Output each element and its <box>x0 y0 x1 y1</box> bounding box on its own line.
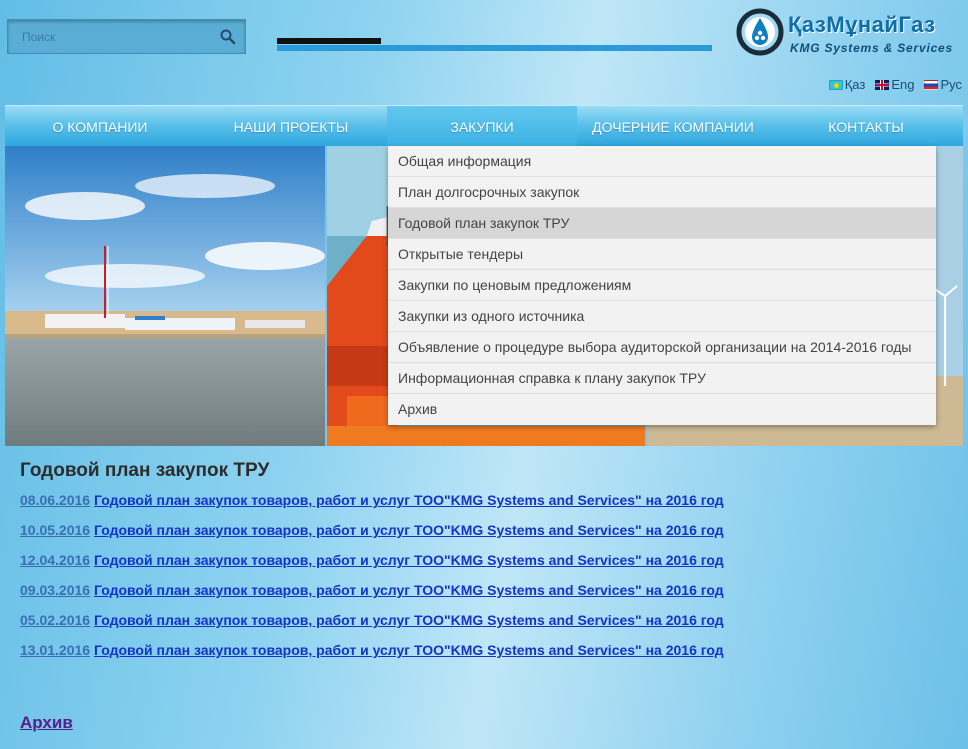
menu-item-auditor-selection[interactable]: Объявление о процедуре выбора аудиторско… <box>388 332 936 363</box>
banner-image-facility <box>5 146 325 446</box>
menu-item-archive[interactable]: Архив <box>388 394 936 425</box>
logo[interactable]: ҚазМұнайГаз KMG Systems & Services <box>736 8 962 58</box>
language-switcher: Қаз Eng Рус <box>828 77 962 92</box>
list-item: 12.04.2016 Годовой план закупок товаров,… <box>20 552 724 582</box>
menu-item-open-tenders[interactable]: Открытые тендеры <box>388 239 936 270</box>
logo-subtitle: KMG Systems & Services <box>790 41 954 55</box>
document-title-link[interactable]: Годовой план закупок товаров, работ и ус… <box>94 642 724 658</box>
list-item: 13.01.2016 Годовой план закупок товаров,… <box>20 642 724 672</box>
lang-rus[interactable]: Рус <box>924 77 962 92</box>
list-item: 05.02.2016 Годовой план закупок товаров,… <box>20 612 724 642</box>
menu-item-general-info[interactable]: Общая информация <box>388 146 936 177</box>
lang-eng-label: Eng <box>891 77 915 92</box>
lang-kaz-label: Қаз <box>844 77 866 92</box>
list-item: 08.06.2016 Годовой план закупок товаров,… <box>20 492 724 522</box>
menu-item-long-term-plan[interactable]: План долгосрочных закупок <box>388 177 936 208</box>
document-date-link[interactable]: 09.03.2016 <box>20 582 90 598</box>
search-icon[interactable] <box>219 28 237 46</box>
menu-item-price-offers[interactable]: Закупки по ценовым предложениям <box>388 270 936 301</box>
kz-flag-icon <box>828 79 843 90</box>
lang-kaz[interactable]: Қаз <box>828 77 866 92</box>
kmg-logo-icon <box>736 8 784 56</box>
document-title-link[interactable]: Годовой план закупок товаров, работ и ус… <box>94 582 724 598</box>
lang-eng[interactable]: Eng <box>875 77 914 92</box>
uk-flag-icon <box>875 79 890 90</box>
menu-item-annual-plan[interactable]: Годовой план закупок ТРУ <box>388 208 936 239</box>
header-stripe-dark <box>277 38 381 44</box>
document-date-link[interactable]: 12.04.2016 <box>20 552 90 568</box>
nav-item-contacts[interactable]: КОНТАКТЫ <box>769 106 963 147</box>
document-date-link[interactable]: 13.01.2016 <box>20 642 90 658</box>
nav-item-procurement[interactable]: ЗАКУПКИ <box>387 106 577 147</box>
list-item: 10.05.2016 Годовой план закупок товаров,… <box>20 522 724 552</box>
menu-item-single-source[interactable]: Закупки из одного источника <box>388 301 936 332</box>
search-input[interactable] <box>8 20 208 53</box>
document-date-link[interactable]: 10.05.2016 <box>20 522 90 538</box>
document-title-link[interactable]: Годовой план закупок товаров, работ и ус… <box>94 522 724 538</box>
archive-link[interactable]: Архив <box>20 713 73 733</box>
nav-item-subsidiaries[interactable]: ДОЧЕРНИЕ КОМПАНИИ <box>577 106 769 147</box>
document-date-link[interactable]: 05.02.2016 <box>20 612 90 628</box>
menu-item-info-reference[interactable]: Информационная справка к плану закупок Т… <box>388 363 936 394</box>
document-date-link[interactable]: 08.06.2016 <box>20 492 90 508</box>
ru-flag-icon <box>924 79 939 90</box>
procurement-dropdown-menu: Общая информация План долгосрочных закуп… <box>388 146 936 425</box>
main-nav: О КОМПАНИИ НАШИ ПРОЕКТЫ ЗАКУПКИ ДОЧЕРНИЕ… <box>5 105 963 147</box>
nav-item-about[interactable]: О КОМПАНИИ <box>5 106 195 147</box>
document-title-link[interactable]: Годовой план закупок товаров, работ и ус… <box>94 552 724 568</box>
document-list: 08.06.2016 Годовой план закупок товаров,… <box>20 492 724 672</box>
page-title: Годовой план закупок ТРУ <box>20 460 270 481</box>
search-box <box>7 19 246 54</box>
header-stripe-blue <box>277 45 712 51</box>
lang-rus-label: Рус <box>940 77 962 92</box>
list-item: 09.03.2016 Годовой план закупок товаров,… <box>20 582 724 612</box>
document-title-link[interactable]: Годовой план закупок товаров, работ и ус… <box>94 612 724 628</box>
document-title-link[interactable]: Годовой план закупок товаров, работ и ус… <box>94 492 724 508</box>
logo-title: ҚазМұнайГаз <box>788 12 936 37</box>
nav-item-projects[interactable]: НАШИ ПРОЕКТЫ <box>195 106 387 147</box>
